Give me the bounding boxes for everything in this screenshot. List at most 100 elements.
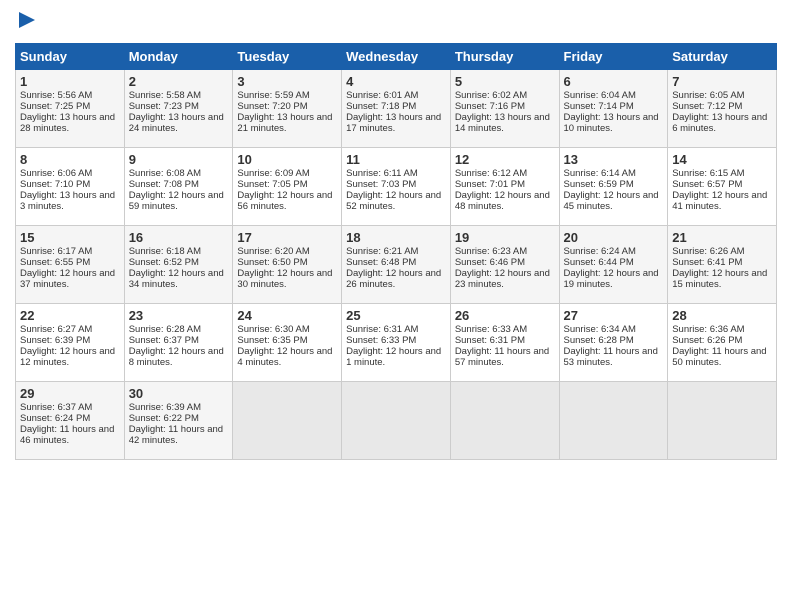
day-number: 13 <box>564 152 664 167</box>
sunrise-text: Sunrise: 6:12 AM <box>455 168 527 179</box>
logo-flag-icon <box>17 10 37 30</box>
calendar-day-cell <box>668 381 777 459</box>
sunrise-text: Sunrise: 6:04 AM <box>564 90 636 101</box>
daylight-text: Daylight: 11 hours and 46 minutes. <box>20 424 114 446</box>
calendar-day-cell: 1Sunrise: 5:56 AMSunset: 7:25 PMDaylight… <box>16 69 125 147</box>
day-number: 4 <box>346 74 446 89</box>
daylight-text: Daylight: 12 hours and 56 minutes. <box>237 190 332 212</box>
day-number: 30 <box>129 386 229 401</box>
daylight-text: Daylight: 12 hours and 34 minutes. <box>129 268 224 290</box>
sunrise-text: Sunrise: 6:05 AM <box>672 90 744 101</box>
calendar-week-row: 29Sunrise: 6:37 AMSunset: 6:24 PMDayligh… <box>16 381 777 459</box>
day-number: 15 <box>20 230 120 245</box>
sunset-text: Sunset: 7:12 PM <box>672 101 742 112</box>
sunrise-text: Sunrise: 6:31 AM <box>346 324 418 335</box>
sunrise-text: Sunrise: 6:20 AM <box>237 246 309 257</box>
sunset-text: Sunset: 6:46 PM <box>455 257 525 268</box>
sunrise-text: Sunrise: 6:17 AM <box>20 246 92 257</box>
sunrise-text: Sunrise: 6:14 AM <box>564 168 636 179</box>
sunrise-text: Sunrise: 6:06 AM <box>20 168 92 179</box>
sunrise-text: Sunrise: 6:02 AM <box>455 90 527 101</box>
sunset-text: Sunset: 6:26 PM <box>672 335 742 346</box>
day-number: 25 <box>346 308 446 323</box>
sunrise-text: Sunrise: 6:28 AM <box>129 324 201 335</box>
calendar-day-cell: 27Sunrise: 6:34 AMSunset: 6:28 PMDayligh… <box>559 303 668 381</box>
day-number: 19 <box>455 230 555 245</box>
calendar-day-cell: 15Sunrise: 6:17 AMSunset: 6:55 PMDayligh… <box>16 225 125 303</box>
header-row: SundayMondayTuesdayWednesdayThursdayFrid… <box>16 43 777 69</box>
day-number: 9 <box>129 152 229 167</box>
daylight-text: Daylight: 12 hours and 19 minutes. <box>564 268 659 290</box>
calendar-day-cell: 17Sunrise: 6:20 AMSunset: 6:50 PMDayligh… <box>233 225 342 303</box>
calendar-day-cell: 7Sunrise: 6:05 AMSunset: 7:12 PMDaylight… <box>668 69 777 147</box>
day-of-week-header: Thursday <box>450 43 559 69</box>
sunrise-text: Sunrise: 6:08 AM <box>129 168 201 179</box>
sunset-text: Sunset: 7:23 PM <box>129 101 199 112</box>
calendar-day-cell: 29Sunrise: 6:37 AMSunset: 6:24 PMDayligh… <box>16 381 125 459</box>
calendar-day-cell: 8Sunrise: 6:06 AMSunset: 7:10 PMDaylight… <box>16 147 125 225</box>
day-number: 24 <box>237 308 337 323</box>
day-number: 3 <box>237 74 337 89</box>
sunrise-text: Sunrise: 6:18 AM <box>129 246 201 257</box>
daylight-text: Daylight: 11 hours and 57 minutes. <box>455 346 549 368</box>
sunset-text: Sunset: 7:14 PM <box>564 101 634 112</box>
day-number: 17 <box>237 230 337 245</box>
sunset-text: Sunset: 6:59 PM <box>564 179 634 190</box>
day-number: 22 <box>20 308 120 323</box>
calendar-day-cell: 23Sunrise: 6:28 AMSunset: 6:37 PMDayligh… <box>124 303 233 381</box>
sunset-text: Sunset: 7:05 PM <box>237 179 307 190</box>
day-number: 27 <box>564 308 664 323</box>
calendar-week-row: 8Sunrise: 6:06 AMSunset: 7:10 PMDaylight… <box>16 147 777 225</box>
calendar-day-cell: 26Sunrise: 6:33 AMSunset: 6:31 PMDayligh… <box>450 303 559 381</box>
daylight-text: Daylight: 12 hours and 15 minutes. <box>672 268 767 290</box>
calendar-day-cell: 24Sunrise: 6:30 AMSunset: 6:35 PMDayligh… <box>233 303 342 381</box>
day-number: 1 <box>20 74 120 89</box>
daylight-text: Daylight: 12 hours and 59 minutes. <box>129 190 224 212</box>
calendar-day-cell <box>559 381 668 459</box>
calendar-week-row: 15Sunrise: 6:17 AMSunset: 6:55 PM Dayligh… <box>16 225 777 303</box>
sunset-text: Sunset: 6:41 PM <box>672 257 742 268</box>
sunset-text: Sunset: 7:03 PM <box>346 179 416 190</box>
sunrise-text: Sunrise: 6:39 AM <box>129 402 201 413</box>
calendar-day-cell: 20Sunrise: 6:24 AMSunset: 6:44 PMDayligh… <box>559 225 668 303</box>
daylight-text: Daylight: 13 hours and 24 minutes. <box>129 112 224 134</box>
day-of-week-header: Sunday <box>16 43 125 69</box>
day-of-week-header: Monday <box>124 43 233 69</box>
day-number: 11 <box>346 152 446 167</box>
day-number: 18 <box>346 230 446 245</box>
sunrise-text: Sunrise: 6:15 AM <box>672 168 744 179</box>
calendar-week-row: 1Sunrise: 5:56 AMSunset: 7:25 PMDaylight… <box>16 69 777 147</box>
sunset-text: Sunset: 7:18 PM <box>346 101 416 112</box>
day-number: 2 <box>129 74 229 89</box>
sunrise-text: Sunrise: 6:21 AM <box>346 246 418 257</box>
calendar-day-cell: 18Sunrise: 6:21 AMSunset: 6:48 PMDayligh… <box>342 225 451 303</box>
sunset-text: Sunset: 6:39 PM <box>20 335 90 346</box>
sunrise-text: Sunrise: 5:59 AM <box>237 90 309 101</box>
sunset-text: Sunset: 6:37 PM <box>129 335 199 346</box>
sunset-text: Sunset: 7:16 PM <box>455 101 525 112</box>
sunrise-text: Sunrise: 6:01 AM <box>346 90 418 101</box>
daylight-text: Daylight: 13 hours and 14 minutes. <box>455 112 550 134</box>
day-number: 26 <box>455 308 555 323</box>
daylight-text: Daylight: 11 hours and 53 minutes. <box>564 346 658 368</box>
sunrise-text: Sunrise: 5:58 AM <box>129 90 201 101</box>
calendar-day-cell: 16Sunrise: 6:18 AMSunset: 6:52 PMDayligh… <box>124 225 233 303</box>
calendar-container: SundayMondayTuesdayWednesdayThursdayFrid… <box>0 0 792 470</box>
sunset-text: Sunset: 6:55 PM <box>20 257 90 268</box>
sunrise-text: Sunrise: 6:37 AM <box>20 402 92 413</box>
daylight-text: Daylight: 11 hours and 42 minutes. <box>129 424 223 446</box>
day-of-week-header: Wednesday <box>342 43 451 69</box>
day-of-week-header: Saturday <box>668 43 777 69</box>
daylight-text: Daylight: 13 hours and 10 minutes. <box>564 112 659 134</box>
day-number: 23 <box>129 308 229 323</box>
logo <box>15 10 37 35</box>
calendar-week-row: 22Sunrise: 6:27 AMSunset: 6:39 PMDayligh… <box>16 303 777 381</box>
calendar-day-cell: 21Sunrise: 6:26 AMSunset: 6:41 PMDayligh… <box>668 225 777 303</box>
sunrise-text: Sunrise: 6:26 AM <box>672 246 744 257</box>
daylight-text: Daylight: 12 hours and 30 minutes. <box>237 268 332 290</box>
daylight-text: Daylight: 12 hours and 12 minutes. <box>20 346 115 368</box>
calendar-day-cell <box>233 381 342 459</box>
daylight-text: Daylight: 12 hours and 23 minutes. <box>455 268 550 290</box>
day-number: 28 <box>672 308 772 323</box>
calendar-day-cell <box>450 381 559 459</box>
